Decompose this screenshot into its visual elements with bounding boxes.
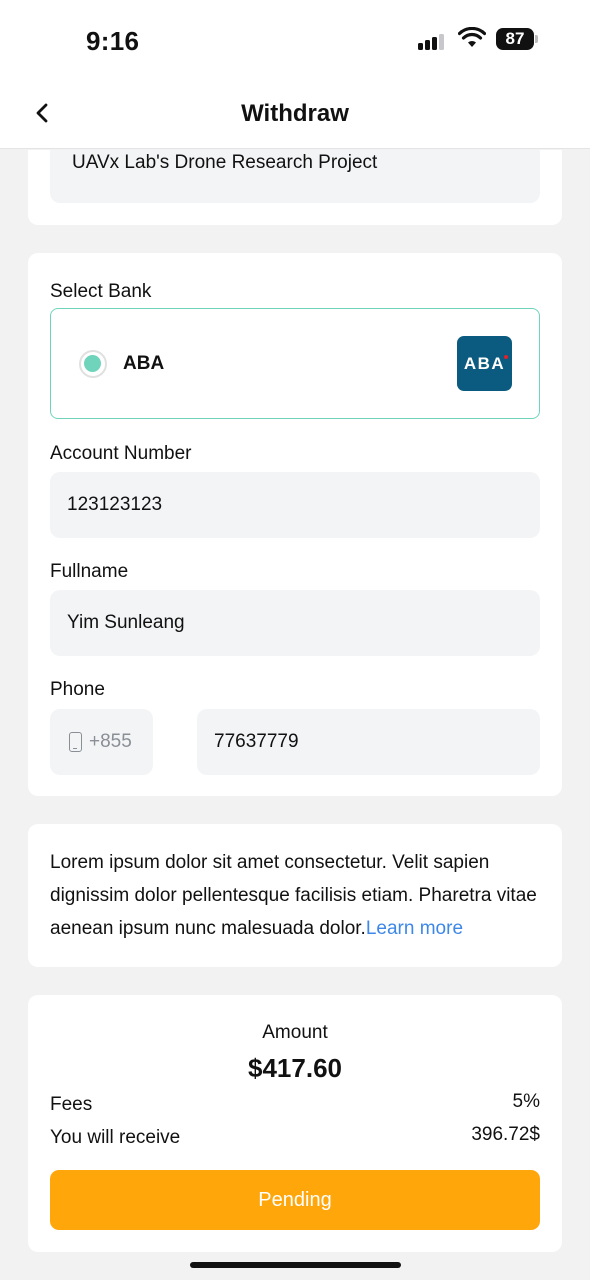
project-field: UAVx Lab's Drone Research Project [50, 150, 540, 203]
phone-label: Phone [50, 679, 105, 700]
aba-logo: ABA [457, 336, 512, 391]
bank-details-card: Select Bank ABA ABA Account Number 12312… [28, 253, 562, 796]
page-title: Withdraw [241, 100, 349, 127]
select-bank-label: Select Bank [50, 281, 152, 302]
bank-option-aba[interactable]: ABA ABA [50, 308, 540, 419]
fees-value: 5% [512, 1091, 540, 1112]
country-code-selector[interactable]: +855 [50, 709, 153, 775]
fees-label: Fees [50, 1094, 93, 1115]
mobile-phone-icon [69, 732, 82, 752]
project-card: UAVx Lab's Drone Research Project [28, 150, 562, 225]
fullname-field[interactable]: Yim Sunleang [50, 590, 540, 656]
project-name: UAVx Lab's Drone Research Project [72, 152, 378, 173]
bank-name: ABA [123, 353, 165, 374]
logo-dot [504, 355, 508, 359]
amount-value: $417.60 [248, 1053, 342, 1083]
radio-selected-dot [84, 355, 101, 372]
home-indicator [190, 1262, 401, 1268]
aba-logo-text: ABA [463, 354, 506, 373]
receive-value: 396.72$ [471, 1124, 540, 1145]
cellular-signal-icon [418, 30, 450, 50]
pending-button[interactable]: Pending [50, 1170, 540, 1230]
amount-label: Amount [262, 1022, 328, 1043]
wifi-icon [458, 27, 486, 47]
nav-bar: Withdraw [0, 78, 590, 149]
info-card: Lorem ipsum dolor sit amet consectetur. … [28, 824, 562, 967]
receive-label: You will receive [50, 1127, 181, 1148]
learn-more-link[interactable]: Learn more [366, 918, 463, 939]
info-text: Lorem ipsum dolor sit amet consectetur. … [50, 846, 545, 945]
status-bar: 9:16 87 [0, 0, 590, 78]
status-time: 9:16 [86, 26, 140, 56]
account-number-field[interactable]: 123123123 [50, 472, 540, 538]
bank-radio[interactable] [79, 350, 107, 378]
battery-cap [535, 35, 538, 43]
account-number-label: Account Number [50, 443, 192, 464]
summary-card: Amount $417.60 Fees 5% You will receive … [28, 995, 562, 1252]
fullname-label: Fullname [50, 561, 129, 582]
phone-number-field[interactable]: 77637779 [197, 709, 540, 775]
info-body: Lorem ipsum dolor sit amet consectetur. … [50, 852, 537, 939]
country-code: +855 [89, 731, 132, 752]
battery-icon: 87 [496, 28, 534, 50]
